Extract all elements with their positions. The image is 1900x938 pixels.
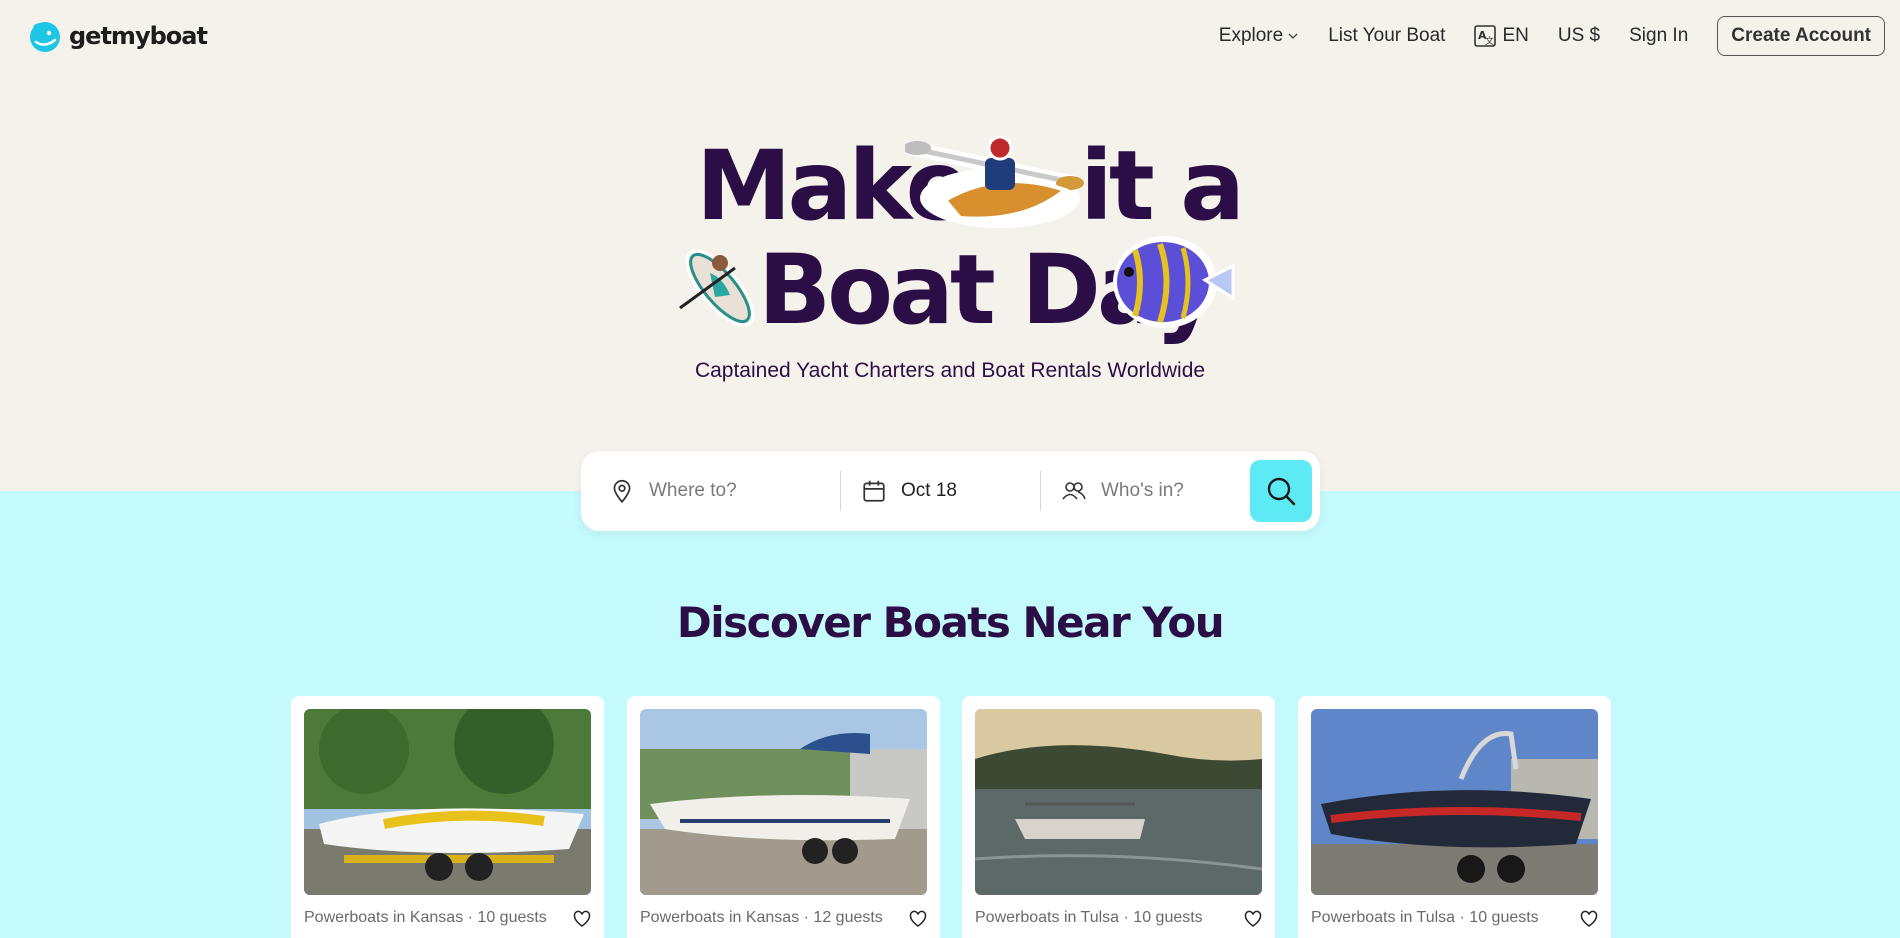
location-pin-icon	[613, 479, 631, 504]
search-button[interactable]	[1250, 460, 1312, 522]
listing-meta: Powerboats in Tulsa · 10 guests	[1311, 909, 1539, 926]
nav-language[interactable]: A 文 EN	[1474, 25, 1529, 47]
search-date-field[interactable]: Oct 18	[841, 471, 1041, 511]
search-where-field[interactable]	[581, 471, 841, 511]
section-title: Discover Boats Near You	[676, 598, 1225, 647]
date-value: Oct 18	[901, 480, 957, 501]
site-header: getmyboat Explore List Your Boat A 文 EN …	[0, 0, 1900, 72]
headline-word-it-a: it a	[1080, 130, 1245, 242]
language-label: EN	[1502, 25, 1529, 46]
kayaker-sticker-image	[905, 135, 1084, 228]
create-account-button[interactable]: Create Account	[1717, 16, 1885, 56]
listing-card[interactable]: Powerboats in Kansas · 10 guests	[291, 696, 604, 938]
translate-icon: A 文	[1474, 25, 1497, 47]
nav-explore-label: Explore	[1218, 25, 1284, 46]
nav-currency[interactable]: US $	[1558, 25, 1600, 47]
favorite-heart-icon[interactable]	[1580, 910, 1598, 928]
logo-text: getmyboat	[69, 22, 208, 50]
hero-subtitle: Captained Yacht Charters and Boat Rental…	[694, 359, 1206, 382]
nav-explore[interactable]: Explore	[1219, 25, 1299, 47]
svg-text:文: 文	[1485, 35, 1494, 47]
chevron-down-icon	[1288, 33, 1298, 39]
paddleboarder-sticker-image	[679, 249, 755, 327]
logo-dolphin-icon	[30, 22, 60, 52]
boat-photo[interactable]	[304, 709, 591, 895]
boat-photo[interactable]	[975, 709, 1262, 895]
nav-list-your-boat[interactable]: List Your Boat	[1328, 25, 1445, 47]
listing-meta: Powerboats in Tulsa · 10 guests	[975, 909, 1203, 926]
top-nav: Explore List Your Boat A 文 EN US $ Sign …	[1219, 16, 1885, 56]
listing-card[interactable]: Powerboats in Tulsa · 10 guests	[1298, 696, 1611, 938]
calendar-icon	[863, 480, 885, 502]
listing-meta: Powerboats in Kansas · 10 guests	[304, 909, 547, 926]
nav-sign-in[interactable]: Sign In	[1629, 25, 1688, 47]
boat-photo[interactable]	[1311, 709, 1598, 895]
listing-card[interactable]: Powerboats in Kansas · 12 guests	[627, 696, 940, 938]
logo[interactable]: getmyboat	[27, 18, 208, 54]
search-icon	[1267, 477, 1296, 506]
search-who-field[interactable]	[1041, 471, 1261, 511]
listing-meta: Powerboats in Kansas · 12 guests	[640, 909, 883, 926]
favorite-heart-icon[interactable]	[909, 910, 927, 928]
search-bar: Oct 18	[581, 451, 1320, 531]
who-input[interactable]	[1101, 480, 1261, 502]
where-input[interactable]	[649, 480, 809, 502]
favorite-heart-icon[interactable]	[573, 910, 591, 928]
listing-card[interactable]: Powerboats in Tulsa · 10 guests	[962, 696, 1275, 938]
tropical-fish-sticker-image	[1113, 236, 1235, 328]
guests-icon	[1062, 482, 1086, 500]
favorite-heart-icon[interactable]	[1244, 910, 1262, 928]
boat-photo[interactable]	[640, 709, 927, 895]
